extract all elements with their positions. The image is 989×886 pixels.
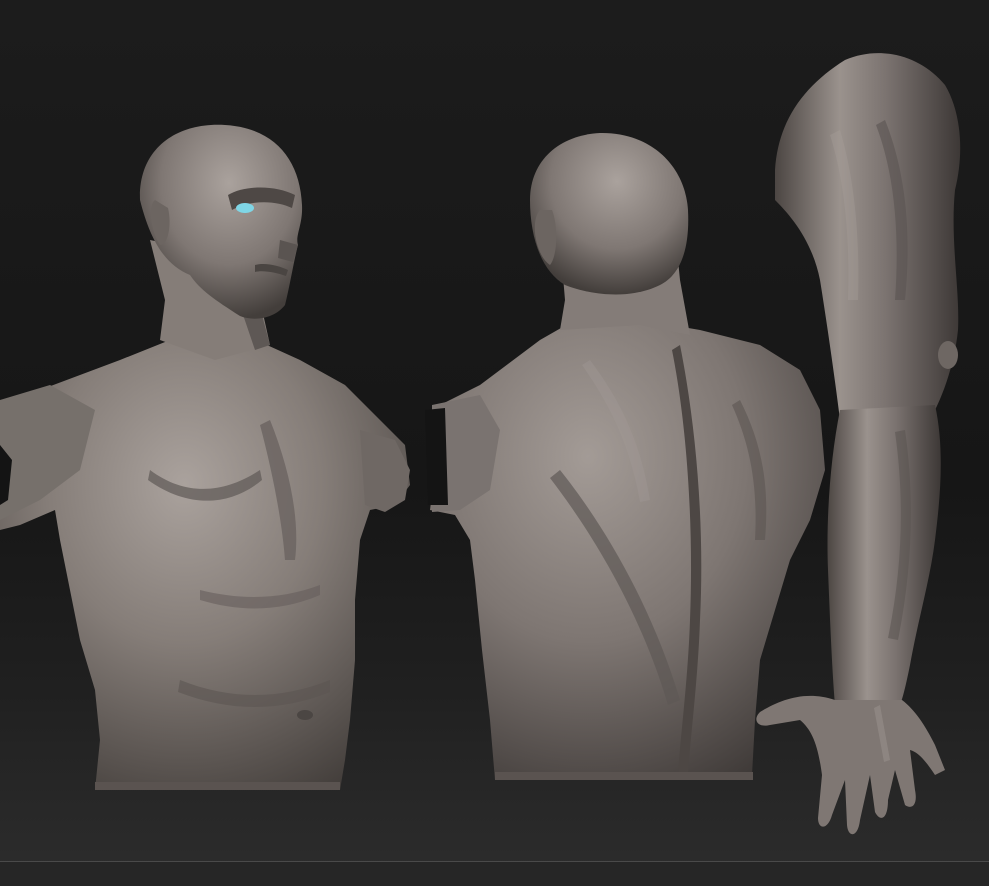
arm-hand <box>756 695 945 835</box>
back-head <box>530 132 689 295</box>
arm-shoulder <box>775 53 961 421</box>
front-torso <box>0 320 410 790</box>
sculpt-render[interactable] <box>0 0 989 886</box>
back-ear <box>534 210 557 265</box>
floor-band <box>0 862 989 886</box>
male-bust-front-view[interactable] <box>0 124 410 790</box>
male-bust-back-view[interactable] <box>425 132 825 780</box>
front-base-cut <box>95 782 340 790</box>
front-left-arm-stub <box>360 430 410 512</box>
zbrush-canvas-viewport[interactable] <box>0 0 989 886</box>
front-eye <box>236 203 254 213</box>
back-base-cut <box>495 772 753 780</box>
arm-forearm <box>827 405 941 705</box>
